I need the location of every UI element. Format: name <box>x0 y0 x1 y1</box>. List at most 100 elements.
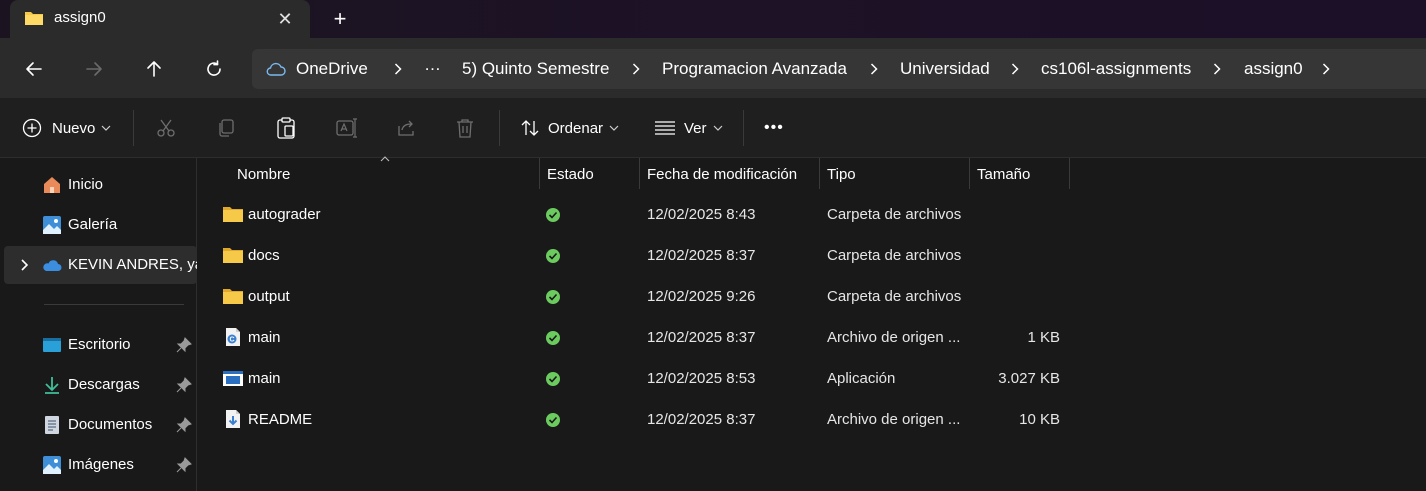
file-date: 12/02/2025 8:37 <box>647 411 756 428</box>
pin-icon[interactable] <box>176 337 192 353</box>
breadcrumb-assign0[interactable]: assign0 <box>1244 59 1303 79</box>
home-icon <box>44 177 60 193</box>
breadcrumb-onedrive[interactable]: OneDrive <box>296 59 368 79</box>
sidebar-item-label: Inicio <box>68 176 104 193</box>
breadcrumb-cs106l-assignments[interactable]: cs106l-assignments <box>1041 59 1191 79</box>
check-circle-icon <box>546 413 560 427</box>
new-button[interactable]: Nuevo <box>22 112 111 144</box>
sidebar-item-inicio[interactable]: Inicio <box>4 166 197 204</box>
sidebar-item-label: Descargas <box>68 376 140 393</box>
pin-icon[interactable] <box>176 457 192 473</box>
rename-icon <box>336 118 357 138</box>
file-name: main <box>248 370 281 387</box>
sidebar-item-imagenes[interactable]: Imágenes <box>4 446 197 484</box>
table-row[interactable]: autograder 12/02/2025 8:43 Carpeta de ar… <box>198 195 1426 235</box>
file-name: autograder <box>248 206 321 223</box>
sidebar-item-galeria[interactable]: Galería <box>4 206 197 244</box>
title-bar: assign0 ✕ + <box>0 0 1426 38</box>
application-icon <box>223 371 243 386</box>
chevron-down-icon <box>713 125 722 131</box>
rename-button[interactable] <box>336 112 358 144</box>
breadcrumb-overflow[interactable]: … <box>424 55 441 75</box>
file-date: 12/02/2025 8:43 <box>647 206 756 223</box>
gallery-icon <box>43 216 61 234</box>
toolbar-divider <box>499 110 500 146</box>
pin-icon[interactable] <box>176 377 192 393</box>
delete-button[interactable] <box>456 112 474 144</box>
download-icon <box>45 377 59 394</box>
breadcrumb-programacion-avanzada[interactable]: Programacion Avanzada <box>662 59 847 79</box>
command-bar: Nuevo Ordenar Ver ••• <box>0 98 1426 158</box>
file-date: 12/02/2025 8:37 <box>647 247 756 264</box>
check-circle-icon <box>546 331 560 345</box>
sort-button-label: Ordenar <box>548 119 604 137</box>
tab-title: assign0 <box>54 9 106 26</box>
breadcrumb-universidad[interactable]: Universidad <box>900 59 990 79</box>
file-type: Carpeta de archivos <box>827 288 962 305</box>
file-date: 12/02/2025 8:37 <box>647 329 756 346</box>
chevron-right-icon[interactable] <box>629 59 643 79</box>
check-circle-icon <box>546 372 560 386</box>
chevron-right-icon[interactable] <box>391 59 405 79</box>
clipboard-icon <box>277 117 295 139</box>
column-header-date[interactable]: Fecha de modificación <box>639 158 819 189</box>
tab-assign0[interactable]: assign0 ✕ <box>10 0 310 38</box>
address-bar[interactable]: OneDrive … 5) Quinto Semestre Programaci… <box>252 49 1426 89</box>
chevron-right-icon[interactable] <box>867 59 881 79</box>
file-name: main <box>248 329 281 346</box>
breadcrumb-quinto-semestre[interactable]: 5) Quinto Semestre <box>462 59 609 79</box>
column-header-size[interactable]: Tamaño <box>969 158 1069 189</box>
back-button[interactable] <box>19 54 49 84</box>
check-circle-icon <box>546 208 560 222</box>
up-button[interactable] <box>139 54 169 84</box>
arrow-right-icon <box>86 62 102 76</box>
table-row[interactable]: output 12/02/2025 9:26 Carpeta de archiv… <box>198 277 1426 317</box>
table-row[interactable]: docs 12/02/2025 8:37 Carpeta de archivos <box>198 236 1426 276</box>
copy-button[interactable] <box>216 112 236 144</box>
more-options-button[interactable]: ••• <box>764 112 784 144</box>
copy-icon <box>219 119 234 137</box>
file-name: output <box>248 288 290 305</box>
share-button[interactable] <box>396 112 416 144</box>
file-type: Archivo de origen ... <box>827 411 961 428</box>
sidebar-item-descargas[interactable]: Descargas <box>4 366 197 404</box>
file-size: 10 KB <box>1019 411 1060 428</box>
sidebar-item-onedrive[interactable]: KEVIN ANDRES, yac <box>4 246 197 284</box>
new-tab-button[interactable]: + <box>325 5 355 33</box>
pictures-icon <box>43 456 61 474</box>
folder-icon <box>223 248 243 263</box>
chevron-right-icon[interactable] <box>1210 59 1224 79</box>
column-header-name[interactable]: Nombre <box>229 158 539 189</box>
paste-button[interactable] <box>276 112 296 144</box>
sidebar-item-label: Documentos <box>68 416 153 433</box>
chevron-right-icon[interactable] <box>1319 59 1333 79</box>
file-name: README <box>248 411 313 428</box>
arrow-up-icon <box>147 61 161 77</box>
view-button[interactable]: Ver <box>654 112 723 144</box>
chevron-right-icon[interactable] <box>1008 59 1022 79</box>
column-header-type[interactable]: Tipo <box>819 158 969 189</box>
column-header-status[interactable]: Estado <box>539 158 639 189</box>
more-icon: ••• <box>764 119 784 136</box>
file-list: Nombre Estado Fecha de modificación Tipo… <box>198 156 1426 491</box>
sort-button[interactable]: Ordenar <box>520 112 619 144</box>
markdown-source-icon <box>226 410 240 428</box>
forward-button[interactable] <box>79 54 109 84</box>
pin-icon[interactable] <box>176 417 192 433</box>
check-circle-icon <box>546 249 560 263</box>
sort-icon <box>521 120 539 136</box>
refresh-button[interactable] <box>199 54 229 84</box>
toolbar-divider <box>133 110 134 146</box>
column-divider[interactable] <box>1069 158 1070 189</box>
plus-circle-icon <box>22 118 42 138</box>
file-type: Carpeta de archivos <box>827 206 962 223</box>
table-row[interactable]: C main 12/02/2025 8:37 Archivo de origen… <box>198 318 1426 358</box>
close-tab-button[interactable]: ✕ <box>272 6 298 32</box>
table-row[interactable]: main 12/02/2025 8:53 Aplicación 3.027 KB <box>198 359 1426 399</box>
arrow-left-icon <box>26 62 42 76</box>
chevron-right-icon[interactable] <box>16 257 32 273</box>
sidebar-item-escritorio[interactable]: Escritorio <box>4 326 197 364</box>
sidebar-item-documentos[interactable]: Documentos <box>4 406 197 444</box>
table-row[interactable]: README 12/02/2025 8:37 Archivo de origen… <box>198 400 1426 440</box>
cut-button[interactable] <box>156 112 176 144</box>
